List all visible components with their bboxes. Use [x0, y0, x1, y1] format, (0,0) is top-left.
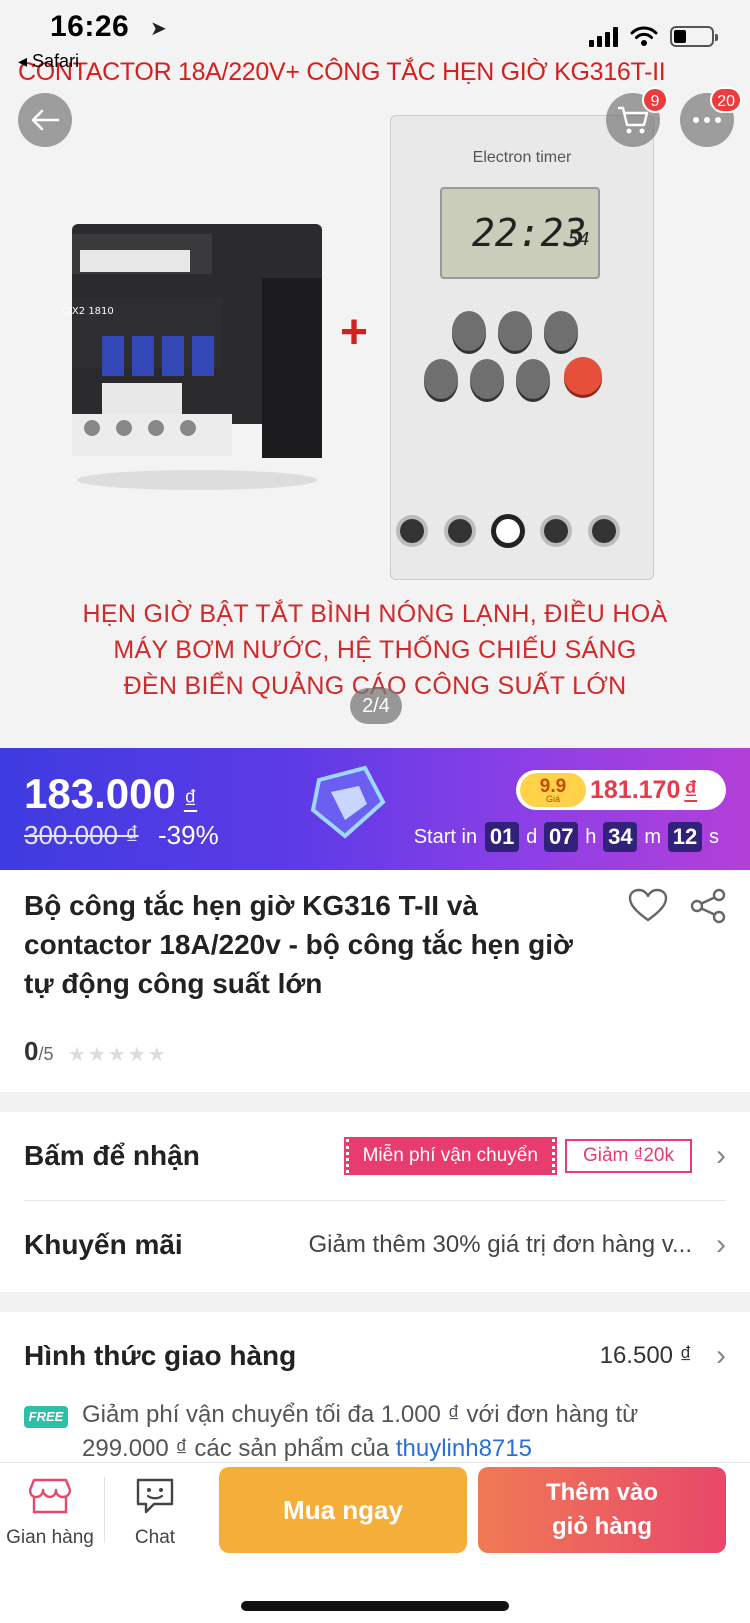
shipping-label: Hình thức giao hàng: [24, 1340, 297, 1371]
countdown-unit: m: [644, 825, 661, 848]
timer-terminal: [544, 519, 568, 543]
bottom-action-bar: Gian hàng Chat Mua ngay Thêm vào giỏ hàn…: [0, 1462, 750, 1623]
timer-terminal: [592, 519, 616, 543]
product-image-carousel[interactable]: CONTACTOR 18A/220V+ CÔNG TẮC HẸN GIỜ KG3…: [0, 0, 750, 748]
timer-button: [424, 359, 458, 399]
more-dots-icon: [693, 117, 721, 123]
countdown-seconds: 12: [668, 822, 702, 852]
deal-price: 181.170 ₫: [590, 776, 698, 804]
notification-count-badge: 20: [710, 87, 742, 113]
chevron-right-icon: ›: [716, 1339, 726, 1372]
timer-button: [544, 311, 578, 351]
contactor-image: CJX2 1810: [62, 224, 322, 490]
battery-icon: [670, 26, 718, 47]
wifi-icon: [630, 26, 658, 46]
free-shipping-badge-icon: FREE: [24, 1406, 68, 1428]
timer-button: [498, 311, 532, 351]
lcd-seconds-text: 54: [568, 229, 590, 250]
store-button[interactable]: Gian hàng: [0, 1463, 100, 1563]
more-button[interactable]: 20: [680, 87, 742, 147]
cart-button[interactable]: 9: [606, 87, 668, 147]
star-icon: ★: [127, 1044, 146, 1066]
countdown-hours: 07: [544, 822, 579, 852]
timer-terminal: [448, 519, 472, 543]
star-icon: ★: [87, 1044, 106, 1066]
rating-stars: ★ ★ ★ ★ ★: [68, 1042, 166, 1067]
cellular-signal-icon: [589, 26, 618, 47]
chat-button[interactable]: Chat: [105, 1463, 205, 1563]
image-pager: 2/4: [350, 688, 402, 724]
promotions-card: Bấm để nhận Miễn phí vận chuyển Giảm ₫20…: [0, 1112, 750, 1292]
upcoming-deal-pill: 9.9 Giá 181.170 ₫: [516, 770, 726, 810]
back-to-safari-link[interactable]: ◂ Safari: [18, 51, 79, 72]
home-indicator: [241, 1601, 509, 1611]
countdown-unit: s: [709, 825, 719, 848]
timer-image: Electron timer 22:23 54: [390, 115, 654, 580]
star-icon: ★: [68, 1044, 86, 1066]
timer-lcd: 22:23 54: [440, 187, 600, 279]
timer-manual-button: [564, 357, 602, 395]
location-arrow-icon: ➤: [150, 18, 167, 40]
star-icon: ★: [147, 1044, 166, 1066]
timer-button: [452, 311, 486, 351]
chat-label: Chat: [134, 1527, 176, 1548]
countdown-label: Start in: [413, 825, 478, 848]
countdown-minutes: 34: [603, 822, 638, 852]
deal-tag: 9.9 Giá: [520, 773, 586, 807]
free-shipping-tag[interactable]: Miễn phí vận chuyển: [345, 1139, 555, 1173]
shipping-method-row[interactable]: Hình thức giao hàng 16.500 ₫ ›: [24, 1312, 726, 1400]
claim-vouchers-row[interactable]: Bấm để nhận Miễn phí vận chuyển Giảm ₫20…: [24, 1112, 726, 1200]
chevron-right-icon: ›: [716, 1139, 726, 1172]
timer-button: [470, 359, 504, 399]
status-bar: 16:26 ➤ ◂ Safari: [0, 0, 750, 80]
add-to-cart-button[interactable]: Thêm vào giỏ hàng: [478, 1467, 726, 1553]
rating-score: 0/5: [24, 1036, 54, 1066]
shipping-card: Hình thức giao hàng 16.500 ₫ › FREE Giảm…: [0, 1312, 750, 1462]
claim-label: Bấm để nhận: [24, 1140, 200, 1171]
cart-icon: [618, 106, 649, 134]
store-label: Gian hàng: [6, 1527, 94, 1548]
countdown-unit: h: [585, 825, 597, 848]
star-icon: ★: [107, 1044, 126, 1066]
product-info-card: Bộ công tắc hẹn giờ KG316 T-II và contac…: [0, 870, 750, 1092]
store-icon: [29, 1478, 71, 1514]
timer-brand-text: Electron timer: [472, 149, 572, 166]
voucher-tag[interactable]: Giảm ₫20k: [564, 1139, 692, 1173]
heart-icon[interactable]: [628, 888, 668, 924]
promotion-label: Khuyến mãi: [24, 1229, 183, 1260]
cart-count-badge: 9: [642, 87, 668, 113]
arrow-left-icon: [31, 109, 60, 131]
discount-percent: -39%: [158, 820, 219, 850]
image-caption-line: HẸN GIỜ BẬT TẮT BÌNH NÓNG LẠNH, ĐIỀU HOÀ: [82, 600, 668, 628]
countdown-days: 01: [485, 822, 520, 852]
timer-button: [516, 359, 550, 399]
product-title: Bộ công tắc hẹn giờ KG316 T-II và contac…: [24, 890, 573, 999]
chevron-right-icon: ›: [716, 1228, 726, 1261]
back-button[interactable]: [18, 93, 72, 147]
contactor-model-text: CJX2 1810: [62, 306, 114, 317]
image-caption-line: MÁY BƠM NƯỚC, HỆ THỐNG CHIẾU SÁNG: [113, 636, 637, 664]
sale-price: 183.000 ₫: [24, 770, 198, 817]
flash-sale-banner[interactable]: 183.000 ₫ 300.000 ₫ -39% 9.9 Giá 181.170 ₫…: [0, 748, 750, 870]
original-price: 300.000 ₫: [24, 820, 139, 850]
plus-sign: +: [340, 306, 369, 359]
chat-icon: [136, 1478, 174, 1514]
flash-sale-gem-icon: [310, 765, 386, 839]
promotion-row[interactable]: Khuyến mãi Giảm thêm 30% giá trị đơn hàn…: [24, 1201, 726, 1289]
shipping-price: 16.500 ₫: [599, 1342, 692, 1369]
timer-terminal: [400, 519, 424, 543]
buy-now-button[interactable]: Mua ngay: [219, 1467, 467, 1553]
share-icon[interactable]: [688, 888, 728, 924]
status-time: 16:26: [50, 10, 130, 43]
shop-link[interactable]: thuylinh8715: [396, 1435, 532, 1462]
timer-terminal: [496, 519, 520, 543]
promotion-text: Giảm thêm 30% giá trị đơn hàng v...: [308, 1231, 692, 1258]
countdown-timer: Start in 01 d 07 h 34 m 12 s: [414, 822, 722, 852]
shipping-discount-note: Giảm phí vận chuyển tối đa 1.000 ₫ với đ…: [82, 1401, 639, 1462]
countdown-unit: d: [526, 825, 538, 848]
